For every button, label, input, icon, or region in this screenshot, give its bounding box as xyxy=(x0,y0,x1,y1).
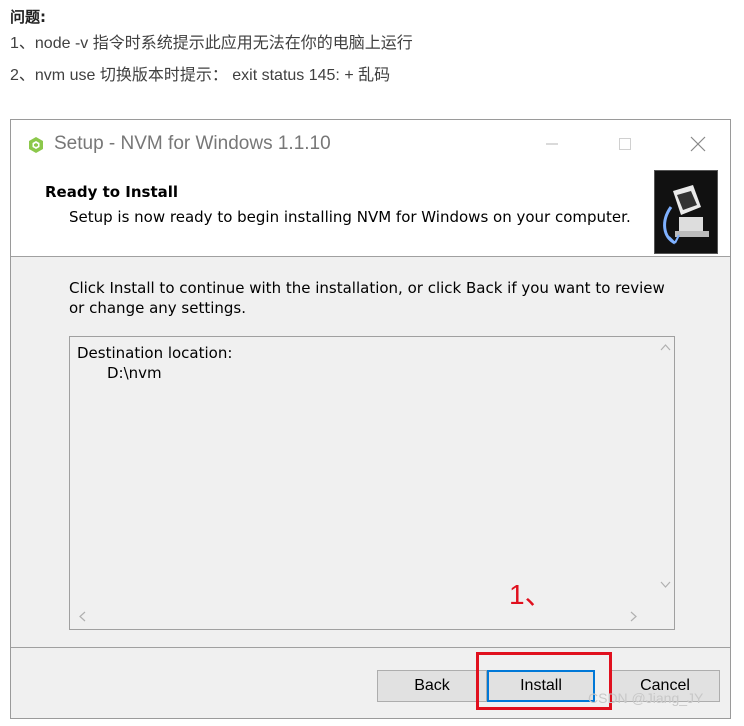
horizontal-scrollbar[interactable] xyxy=(70,604,657,629)
page-title: Ready to Install xyxy=(45,183,179,201)
problem-line-2: 2、nvm use 切换版本时提示： exit status 145: + 乱码 xyxy=(10,67,391,84)
nvm-app-icon xyxy=(29,137,43,153)
problem-line-1: 1、node -v 指令时系统提示此应用无法在你的电脑上运行 xyxy=(10,35,413,52)
close-icon[interactable] xyxy=(675,124,721,164)
window-title: Setup - NVM for Windows 1.1.10 xyxy=(54,133,331,154)
scroll-left-arrow-icon[interactable] xyxy=(78,611,86,622)
article: 问题: 1、node -v 指令时系统提示此应用无法在你的电脑上运行 2、nvm… xyxy=(10,6,730,92)
vertical-scrollbar[interactable] xyxy=(657,337,674,604)
setup-window: Setup - NVM for Windows 1.1.10 Ready to … xyxy=(10,119,731,719)
article-heading: 问题: xyxy=(10,8,46,26)
memo-path: D:\nvm xyxy=(107,364,162,382)
step-annotation: 1、 xyxy=(509,579,553,610)
instructions-text: Click Install to continue with the insta… xyxy=(69,279,665,317)
ready-memo[interactable]: Destination location: D:\nvm xyxy=(69,336,675,630)
maximize-icon[interactable] xyxy=(602,124,648,164)
title-bar[interactable]: Setup - NVM for Windows 1.1.10 xyxy=(11,120,730,168)
memo-content: Destination location: D:\nvm xyxy=(77,343,232,383)
watermark: CSDN @Jiang_JY xyxy=(588,690,704,706)
page-subtitle: Setup is now ready to begin installing N… xyxy=(69,208,631,226)
scroll-up-arrow-icon[interactable] xyxy=(660,343,671,351)
scroll-right-arrow-icon[interactable] xyxy=(630,611,638,622)
installer-wizard-image xyxy=(654,170,718,254)
minimize-icon[interactable] xyxy=(529,124,575,164)
scroll-down-arrow-icon[interactable] xyxy=(660,581,671,589)
wizard-header: Ready to Install Setup is now ready to b… xyxy=(11,168,730,257)
back-button[interactable]: Back xyxy=(377,670,487,702)
memo-label: Destination location: xyxy=(77,344,233,362)
footer-divider xyxy=(11,647,730,648)
